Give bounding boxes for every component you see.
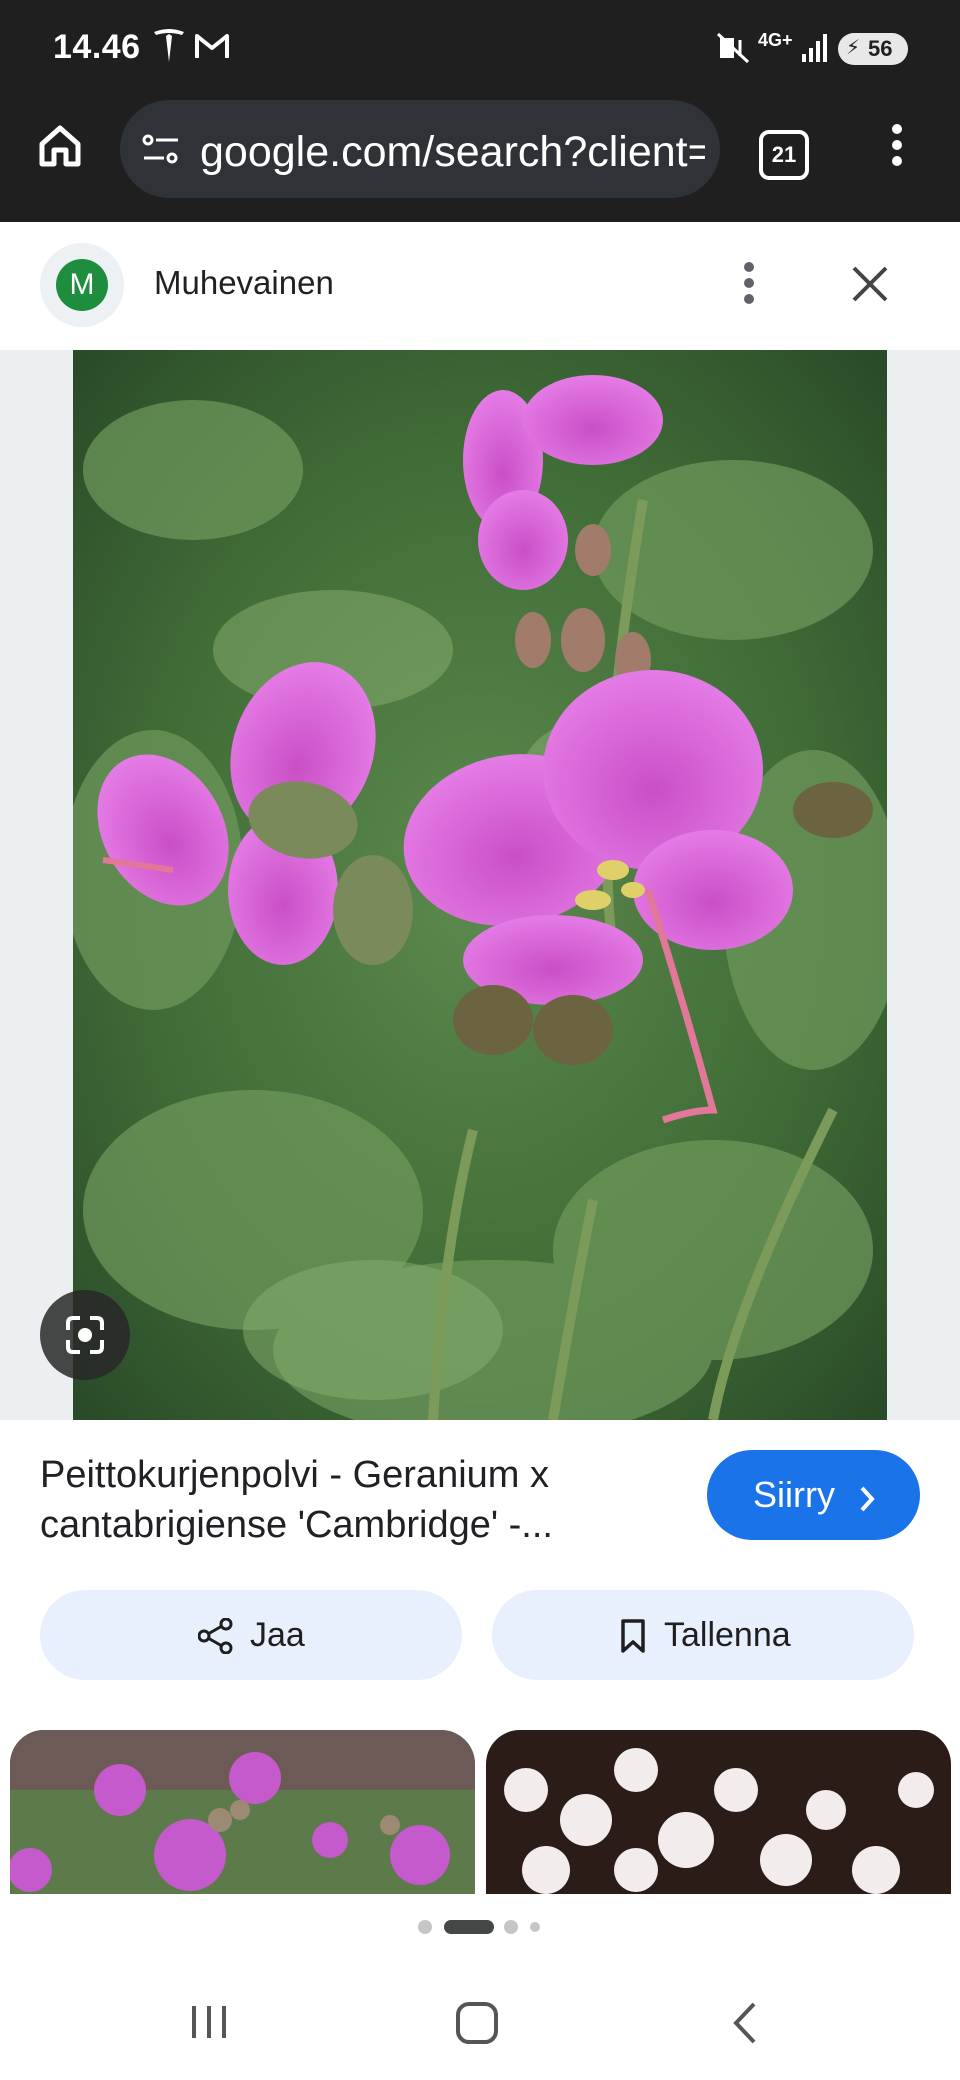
related-image-2[interactable] xyxy=(486,1730,951,1894)
result-title[interactable]: Peittokurjenpolvi - Geranium x cantabrig… xyxy=(40,1450,680,1550)
back-icon[interactable] xyxy=(730,2000,760,2051)
pager-dot[interactable] xyxy=(418,1920,432,1934)
mute-vibrate-icon xyxy=(716,30,750,71)
battery-icon: ⚡ 56 xyxy=(838,33,908,65)
save-label: Tallenna xyxy=(664,1616,791,1654)
share-button[interactable]: Jaa xyxy=(40,1590,462,1680)
related-image-1[interactable] xyxy=(10,1730,475,1894)
tab-switcher-button[interactable]: 21 xyxy=(759,130,809,180)
visit-label: Siirry xyxy=(753,1474,835,1515)
home-icon[interactable] xyxy=(36,122,84,175)
result-title-line-1: Peittokurjenpolvi - Geranium x xyxy=(40,1454,549,1496)
result-title-line-2: cantabrigiense 'Cambridge' -... xyxy=(40,1504,553,1546)
avatar[interactable]: M xyxy=(56,259,108,311)
share-label: Jaa xyxy=(250,1616,305,1654)
battery-level: 56 xyxy=(868,36,893,61)
pager-dot[interactable] xyxy=(504,1920,518,1934)
status-time: 14.46 xyxy=(53,28,141,66)
pager-dot-active[interactable] xyxy=(444,1920,494,1934)
lens-search-button[interactable] xyxy=(40,1290,130,1380)
signal-bars-icon xyxy=(800,32,830,69)
tesla-icon xyxy=(152,26,186,70)
url-text[interactable]: google.com/search?client=r xyxy=(200,128,705,177)
chevron-right-icon xyxy=(859,1480,875,1522)
main-image[interactable] xyxy=(73,350,887,1420)
bookmark-icon xyxy=(620,1618,646,1663)
source-header xyxy=(0,222,960,350)
network-type: 4G+ xyxy=(758,30,793,50)
source-more-icon[interactable] xyxy=(744,262,754,304)
recents-icon[interactable] xyxy=(188,2002,230,2047)
share-icon xyxy=(197,1617,234,1663)
source-name[interactable]: Muhevainen xyxy=(154,264,334,302)
home-nav-icon[interactable] xyxy=(454,2000,500,2051)
more-vert-icon[interactable] xyxy=(892,124,902,166)
pager-dot[interactable] xyxy=(530,1922,540,1932)
related-strip-cut xyxy=(0,1894,960,1914)
save-button[interactable]: Tallenna xyxy=(492,1590,914,1680)
visit-button[interactable]: Siirry xyxy=(707,1450,920,1540)
gmail-icon xyxy=(194,32,230,68)
site-settings-icon[interactable] xyxy=(140,132,182,173)
close-icon[interactable] xyxy=(850,264,890,309)
